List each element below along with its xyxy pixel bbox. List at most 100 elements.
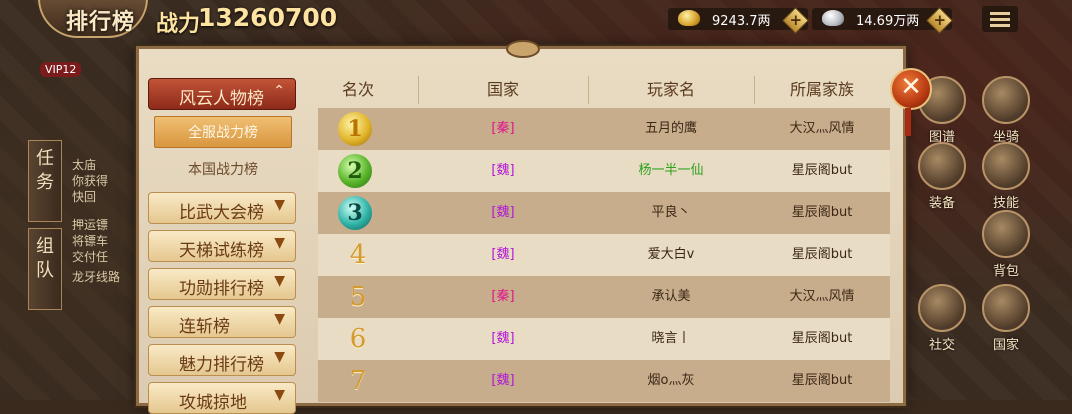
power-value: 13260700 (198, 3, 338, 32)
close-button[interactable]: ✕ (890, 68, 932, 110)
column-nation: 国家 (486, 80, 519, 99)
player-name: 爱大白v (647, 247, 695, 262)
vip-badge: VIP12 (40, 62, 82, 77)
chevron-down-icon: ▼ (274, 273, 285, 289)
equipment-icon (918, 142, 966, 190)
category-lianzhan[interactable]: 连斩榜 ▼ (148, 306, 296, 338)
mount-icon (982, 76, 1030, 124)
silver-currency: 14.69万两 + (812, 7, 953, 34)
chevron-down-icon: ▼ (274, 387, 285, 403)
quest-text[interactable]: 你获得 (72, 172, 108, 189)
hud-label: 技能 (992, 196, 1019, 211)
category-label: 魅力排行榜 (179, 355, 264, 375)
equipment-icon-button[interactable]: 装备 (912, 142, 972, 211)
player-name: 承认美 (651, 289, 691, 304)
quest-text[interactable]: 太庙 (72, 156, 96, 173)
hud-label: 社交 (928, 338, 955, 353)
gold-amount: 9243.7两 (712, 14, 771, 29)
power-label: 战力 (156, 12, 201, 37)
rank-number: 6 (349, 324, 367, 354)
category-gongxun[interactable]: 功勋排行榜 ▼ (148, 268, 296, 300)
category-meili[interactable]: 魅力排行榜 ▼ (148, 344, 296, 376)
category-gongcheng[interactable]: 攻城掠地 ▼ (148, 382, 296, 414)
bag-icon (982, 210, 1030, 258)
clan-name: 星辰阁but (791, 205, 853, 220)
subcategory-nation-power[interactable]: 本国战力榜 (154, 154, 292, 186)
hud-label: 装备 (928, 196, 955, 211)
silver-ingot-icon (822, 10, 844, 26)
table-row[interactable]: 2 [魏] 杨一半一仙 星辰阁but (318, 150, 890, 192)
panel-ornament (506, 40, 540, 58)
category-label: 天梯试练榜 (179, 241, 264, 261)
social-icon-button[interactable]: 社交 (912, 284, 972, 353)
close-icon: ✕ (900, 72, 922, 102)
nation-cell: [魏] (491, 247, 515, 262)
social-icon (918, 284, 966, 332)
clan-name: 大汉灬风情 (789, 121, 855, 136)
chevron-up-icon: ⌃ (273, 83, 285, 99)
mount-icon-button[interactable]: 坐骑 (976, 76, 1036, 145)
clan-name: 星辰阁but (791, 331, 853, 346)
nation-cell: [秦] (491, 289, 515, 304)
top-bar: 排行榜 战力 13260700 9243.7两 + 14.69万两 + (0, 0, 1072, 40)
gold-ingot-icon (678, 10, 700, 26)
clan-name: 星辰阁but (791, 247, 853, 262)
clan-name: 星辰阁but (791, 373, 853, 388)
quest-text[interactable]: 快回 (72, 188, 96, 205)
side-tab-team[interactable]: 组队 (28, 228, 62, 310)
column-player: 玩家名 (646, 80, 695, 99)
table-row[interactable]: 7 [魏] 烟o灬灰 星辰阁but (318, 360, 890, 402)
table-row[interactable]: 3 [魏] 平良丶 星辰阁but (318, 192, 890, 234)
rank-number: 7 (349, 366, 367, 396)
player-name: 杨一半一仙 (638, 163, 704, 178)
chevron-down-icon: ▼ (274, 235, 285, 251)
category-label: 功勋排行榜 (179, 279, 264, 299)
nation-cell: [魏] (491, 331, 515, 346)
category-tianti[interactable]: 天梯试练榜 ▼ (148, 230, 296, 262)
hud-label: 背包 (992, 264, 1019, 279)
quest-text[interactable]: 交付任 (72, 248, 108, 265)
chevron-down-icon: ▼ (274, 197, 285, 213)
player-name: 烟o灬灰 (647, 373, 695, 388)
quest-route[interactable]: 龙牙线路 (72, 268, 120, 285)
add-silver-button[interactable]: + (926, 7, 953, 34)
nation-cell: [秦] (491, 121, 515, 136)
add-gold-button[interactable]: + (782, 7, 809, 34)
menu-button[interactable] (982, 6, 1018, 32)
skill-icon-button[interactable]: 技能 (976, 142, 1036, 211)
quest-text[interactable]: 将镖车 (72, 232, 108, 249)
player-name: 五月的鹰 (644, 121, 697, 136)
hud-label: 国家 (992, 338, 1019, 353)
rank-medal-gold-icon: 1 (338, 112, 372, 146)
table-row[interactable]: 6 [魏] 晓言丨 星辰阁but (318, 318, 890, 360)
category-label: 比武大会榜 (179, 203, 264, 223)
rank-medal-green-icon: 2 (338, 154, 372, 188)
table-header: 名次 国家 玩家名 所属家族 (318, 72, 890, 108)
nation-icon-button[interactable]: 国家 (976, 284, 1036, 353)
category-biwu[interactable]: 比武大会榜 ▼ (148, 192, 296, 224)
menu-icon (990, 12, 1010, 15)
bag-icon-button[interactable]: 背包 (976, 210, 1036, 279)
skill-icon (982, 142, 1030, 190)
clan-name: 大汉灬风情 (789, 289, 855, 304)
gold-currency: 9243.7两 + (668, 7, 809, 34)
clan-name: 星辰阁but (791, 163, 853, 178)
nation-icon (982, 284, 1030, 332)
table-row[interactable]: 1 [秦] 五月的鹰 大汉灬风情 (318, 108, 890, 150)
plus-icon: + (789, 11, 803, 30)
quest-text[interactable]: 押运镖 (72, 216, 108, 233)
table-row[interactable]: 4 [魏] 爱大白v 星辰阁but (318, 234, 890, 276)
menu-icon-bar (990, 24, 1010, 27)
table-row[interactable]: 5 [秦] 承认美 大汉灬风情 (318, 276, 890, 318)
silver-amount: 14.69万两 (856, 14, 920, 29)
rank-number: 4 (349, 240, 367, 270)
menu-icon-bar (990, 18, 1010, 21)
chevron-down-icon: ▼ (274, 311, 285, 327)
subcategory-server-power[interactable]: 全服战力榜 (154, 116, 292, 148)
column-rank: 名次 (341, 80, 374, 99)
tassel-decoration (905, 108, 911, 136)
rank-medal-teal-icon: 3 (338, 196, 372, 230)
side-tab-task[interactable]: 任务 (28, 140, 62, 222)
chevron-down-icon: ▼ (274, 349, 285, 365)
category-fengyun[interactable]: 风云人物榜 ⌃ (148, 78, 296, 110)
